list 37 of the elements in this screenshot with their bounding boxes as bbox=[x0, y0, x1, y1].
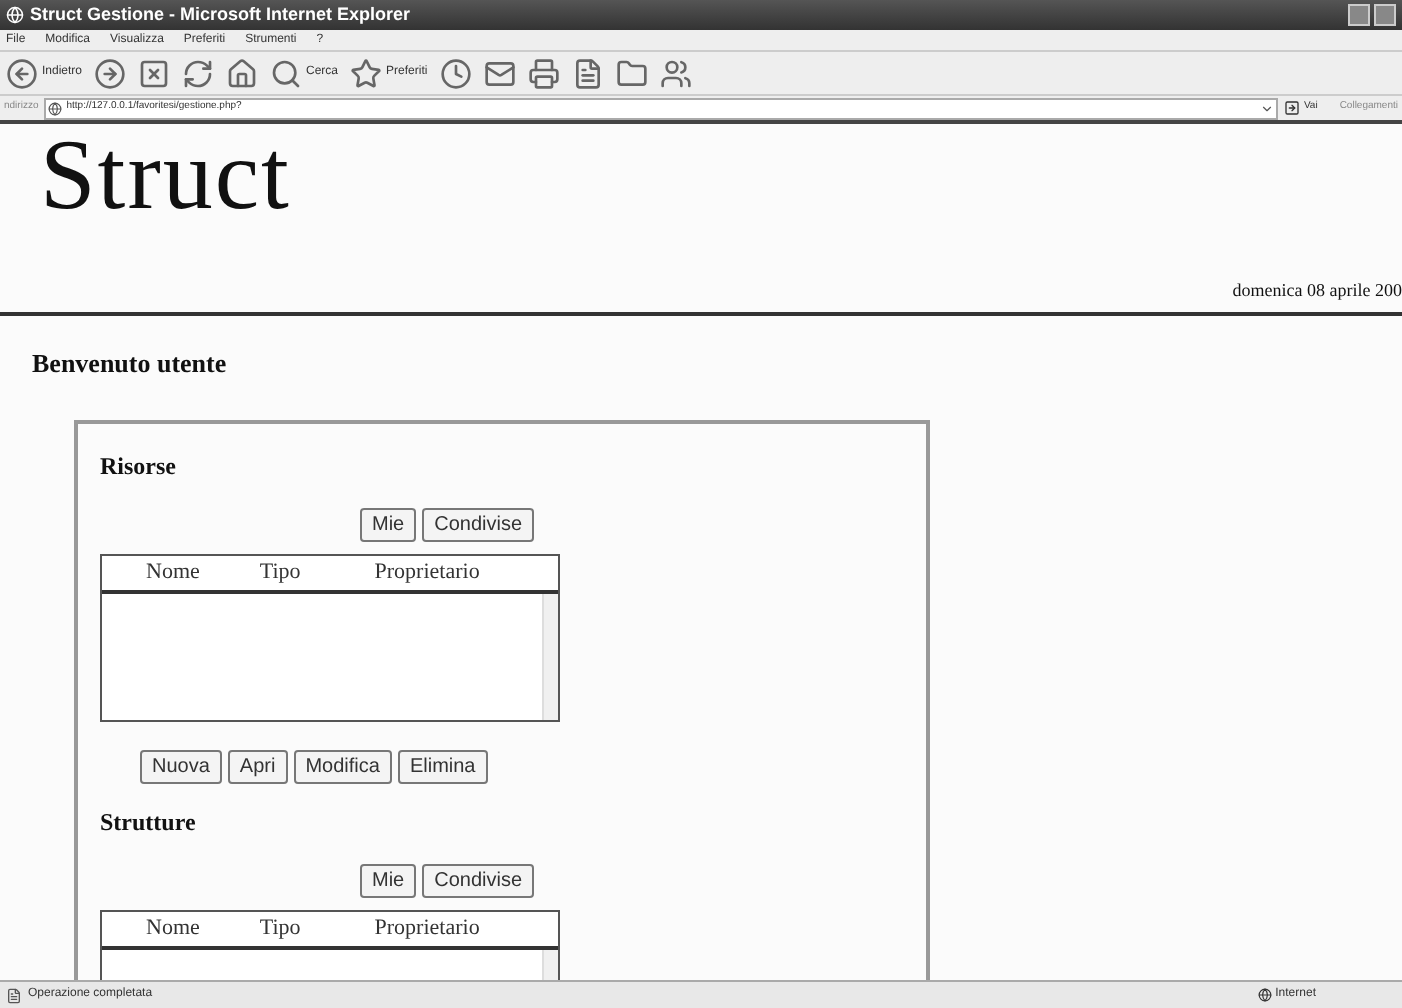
dropdown-icon[interactable] bbox=[1259, 101, 1274, 115]
column-header: Tipo bbox=[259, 913, 301, 944]
document-icon[interactable] bbox=[571, 57, 604, 89]
stop-icon[interactable] bbox=[138, 57, 171, 89]
globe-icon bbox=[1257, 988, 1272, 1002]
browser-icon bbox=[6, 6, 24, 24]
column-header: Nome bbox=[146, 557, 200, 588]
section-title: Strutture bbox=[100, 805, 198, 839]
forward-icon[interactable] bbox=[94, 57, 127, 89]
print-icon[interactable] bbox=[527, 57, 560, 89]
users-icon[interactable] bbox=[659, 57, 692, 89]
folder-icon[interactable] bbox=[615, 57, 648, 89]
history-icon[interactable] bbox=[439, 57, 472, 89]
form-button[interactable]: Modifica bbox=[293, 749, 392, 783]
home-icon[interactable] bbox=[226, 57, 259, 89]
column-header: Proprietario bbox=[374, 557, 480, 588]
site-logo: Struct bbox=[40, 124, 291, 224]
form-button[interactable]: Condivise bbox=[422, 507, 535, 541]
refresh-icon[interactable] bbox=[182, 57, 215, 89]
page-status-icon bbox=[6, 987, 22, 1003]
column-header: Tipo bbox=[259, 557, 301, 588]
welcome-heading: Benvenuto utente bbox=[32, 346, 229, 382]
form-button[interactable]: Apri bbox=[227, 749, 288, 783]
scrollbar bbox=[542, 593, 558, 719]
form-button[interactable]: Condivise bbox=[422, 863, 535, 897]
column-header: Proprietario bbox=[374, 913, 480, 944]
section-title: Risorse bbox=[100, 449, 178, 483]
form-button[interactable]: Mie bbox=[360, 863, 417, 897]
form-button[interactable]: Elimina bbox=[397, 749, 488, 783]
form-button[interactable]: Nuova bbox=[140, 749, 222, 783]
window-title: Struct Gestione - Microsoft Internet Explorer bbox=[30, 1, 411, 28]
star-icon bbox=[350, 57, 383, 89]
search-icon bbox=[270, 57, 303, 89]
form-button[interactable]: Mie bbox=[360, 507, 417, 541]
date-text: domenica 08 aprile 200 bbox=[1232, 277, 1402, 304]
column-header: Nome bbox=[146, 913, 200, 944]
mail-icon[interactable] bbox=[483, 57, 516, 89]
